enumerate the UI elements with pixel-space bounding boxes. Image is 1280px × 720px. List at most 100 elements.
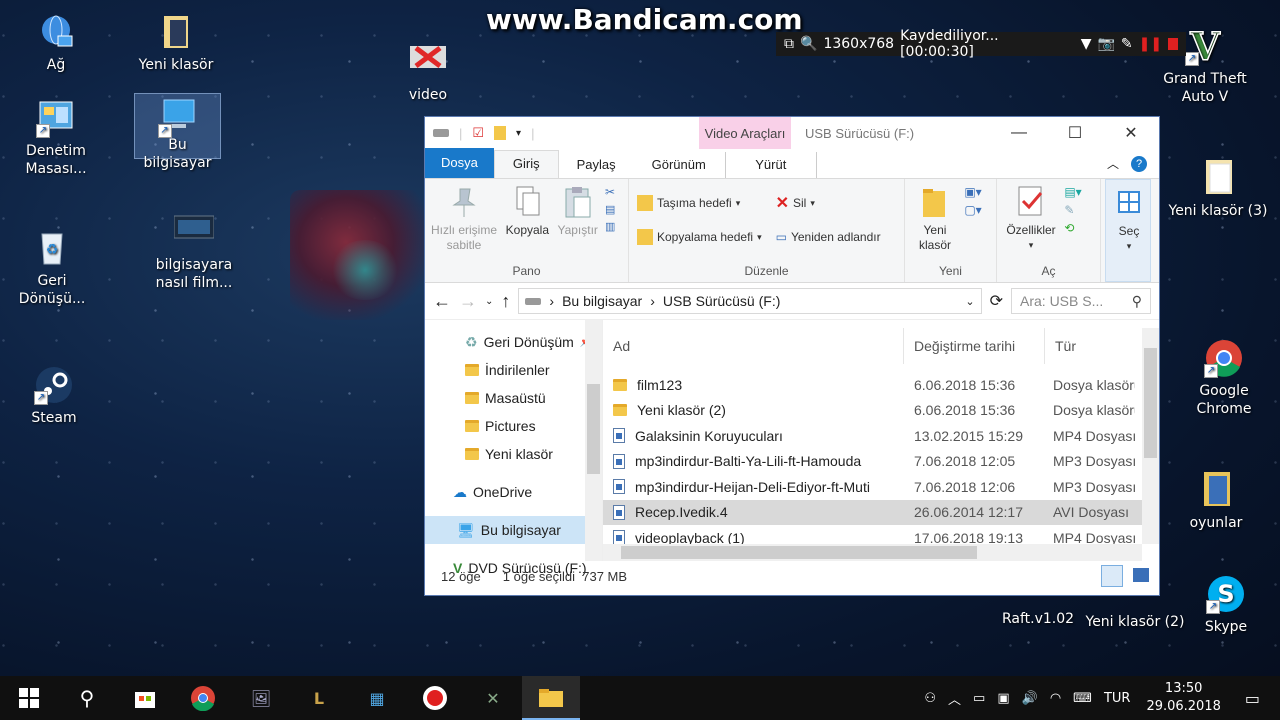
tab-giris[interactable]: Giriş xyxy=(493,150,559,178)
chevron-down-icon[interactable]: ▼ xyxy=(1081,36,1092,52)
file-row[interactable]: Galaksinin Koruyucuları 13.02.2015 15:29 M… xyxy=(603,423,1159,449)
desktop-icon-geri-donusum[interactable]: ♻ Geri Dönüşü... xyxy=(2,228,102,308)
notification-icon[interactable]: ▭ xyxy=(1245,689,1260,708)
file-list-hscrollbar[interactable] xyxy=(603,544,1142,561)
move-to-button[interactable]: Taşıma hedefi ▾ xyxy=(637,191,762,215)
properties-button[interactable]: Özellikler ▾ xyxy=(1001,185,1061,253)
customize-chevron-icon[interactable]: ▾ xyxy=(516,128,521,139)
store-icon[interactable] xyxy=(116,676,174,720)
desktop-icon-video[interactable]: video xyxy=(378,42,478,104)
cut-icon[interactable]: ✂ xyxy=(605,185,615,199)
gta-taskbar-icon[interactable]: ✕ xyxy=(464,676,522,720)
new-item-icon[interactable]: ▣▾ xyxy=(964,185,981,199)
pin-quick-access-button[interactable]: Hızlı erişime sabitle xyxy=(429,185,499,253)
breadcrumb-bu-bilgisayar[interactable]: Bu bilgisayar xyxy=(562,293,642,309)
properties-icon[interactable]: ☑ xyxy=(472,125,484,141)
address-bar[interactable]: › Bu bilgisayar › USB Sürücüsü (F:) ⌄ xyxy=(518,288,982,314)
new-folder-button[interactable]: Yeni klasör xyxy=(909,185,961,253)
nav-item-this-pc[interactable]: 🖥 Bu bilgisayar xyxy=(425,516,585,544)
column-header-date[interactable]: Değiştirme tarihi xyxy=(904,328,1045,364)
search-icon[interactable]: ⚲ xyxy=(58,676,116,720)
paste-shortcut-icon[interactable]: ▥ xyxy=(605,220,615,233)
nav-item-downloads[interactable]: İndirilenler xyxy=(425,356,602,384)
desktop-icon-bu-bilgisayar[interactable]: ↗ Bu bilgisayar xyxy=(134,93,221,171)
desktop-icon-chrome[interactable]: ↗ Google Chrome xyxy=(1174,338,1274,418)
file-list-vscrollbar[interactable] xyxy=(1142,328,1159,544)
tab-dosya[interactable]: Dosya xyxy=(425,148,494,178)
column-header-type[interactable]: Tür xyxy=(1045,328,1135,364)
clock[interactable]: 13:50 29.06.2018 xyxy=(1146,680,1220,716)
nav-item-recycle[interactable]: ♻Geri Dönüşüm📌 xyxy=(425,328,602,356)
desktop-icon-video-file[interactable]: bilgisayara nasıl film... xyxy=(144,212,244,292)
large-icons-view-icon[interactable] xyxy=(1133,568,1149,582)
chevron-up-icon[interactable]: ︿ xyxy=(948,689,961,708)
photos-icon[interactable]: 🖼 xyxy=(232,676,290,720)
easy-access-icon[interactable]: ▢▾ xyxy=(964,203,981,217)
nav-item-desktop[interactable]: Masaüstü xyxy=(425,384,602,412)
file-row[interactable]: film123 6.06.2018 15:36 Dosya klasörü xyxy=(603,372,1159,398)
up-arrow-icon[interactable]: ↑ xyxy=(501,291,510,312)
desktop-icon-raft[interactable]: Raft.v1.02 xyxy=(988,594,1088,628)
control-panel-icon[interactable]: ▦ xyxy=(348,676,406,720)
file-row-selected[interactable]: Recep.Ivedik.4 26.06.2014 12:17 AVI Dosyas… xyxy=(603,499,1159,525)
delete-button[interactable]: ✕ Sil ▾ xyxy=(776,191,881,215)
maximize-button[interactable]: ☐ xyxy=(1047,123,1103,143)
file-row[interactable]: Yeni klasör (2) 6.06.2018 15:36 Dosya klas… xyxy=(603,398,1159,424)
device-icon[interactable]: ▣ xyxy=(997,691,1009,706)
league-icon[interactable]: L xyxy=(290,676,348,720)
details-view-icon[interactable] xyxy=(1101,565,1123,587)
keyboard-icon[interactable]: ⌨ xyxy=(1073,691,1092,706)
refresh-icon[interactable]: ⟳ xyxy=(990,291,1003,311)
minimize-button[interactable]: — xyxy=(991,124,1047,142)
rename-button[interactable]: ▭ Yeniden adlandır xyxy=(776,225,881,249)
desktop-icon-denetim-masasi[interactable]: ↗ Denetim Masası... xyxy=(6,98,106,178)
help-icon[interactable]: ? xyxy=(1131,155,1147,172)
chrome-icon[interactable] xyxy=(174,676,232,720)
file-row[interactable]: mp3indirdur-Heijan-Deli-Ediyor-ft-Muti 7.… xyxy=(603,474,1159,500)
search-input[interactable]: Ara: USB S... ⚲ xyxy=(1011,288,1151,314)
nav-item-pictures[interactable]: Pictures xyxy=(425,412,602,440)
copy-to-button[interactable]: Kopyalama hedefi ▾ xyxy=(637,225,762,249)
close-button[interactable]: ✕ xyxy=(1103,123,1159,143)
desktop-icon-network[interactable]: Ağ xyxy=(6,12,106,74)
tab-gorunum[interactable]: Görünüm xyxy=(634,152,724,178)
stop-icon[interactable] xyxy=(1168,38,1178,50)
new-folder-icon[interactable] xyxy=(494,126,507,140)
select-button[interactable]: Seç ▾ xyxy=(1105,179,1151,282)
copy-path-icon[interactable]: ▤ xyxy=(605,203,615,216)
copy-button[interactable]: Kopyala xyxy=(502,185,552,238)
breadcrumb-usb[interactable]: USB Sürücüsü (F:) xyxy=(663,293,780,309)
file-row[interactable]: mp3indirdur-Balti-Ya-Lili-ft-Hamouda 7.06… xyxy=(603,449,1159,475)
battery-icon[interactable]: ▭ xyxy=(973,691,985,706)
forward-arrow-icon[interactable]: → xyxy=(459,291,477,312)
history-icon[interactable]: ⟲ xyxy=(1064,221,1081,235)
nav-scrollbar[interactable] xyxy=(585,320,602,561)
tab-paylas[interactable]: Paylaş xyxy=(559,152,634,178)
camera-icon[interactable]: 📷 xyxy=(1097,36,1114,52)
back-arrow-icon[interactable]: ← xyxy=(433,291,451,312)
open-icon[interactable]: ▤▾ xyxy=(1064,185,1081,199)
nav-item-onedrive[interactable]: ☁ OneDrive xyxy=(425,478,602,506)
pencil-icon[interactable]: ✎ xyxy=(1121,36,1133,52)
address-dropdown-icon[interactable]: ⌄ xyxy=(965,295,974,308)
edit-icon[interactable]: ✎ xyxy=(1064,203,1081,217)
window-icon[interactable]: ⧉ xyxy=(784,36,794,52)
desktop-icon-steam[interactable]: ↗ Steam xyxy=(4,365,104,427)
file-explorer-icon[interactable] xyxy=(522,676,580,720)
desktop-icon-oyunlar[interactable]: oyunlar xyxy=(1166,470,1266,532)
tab-yurut[interactable]: Yürüt xyxy=(724,152,817,178)
bandicam-icon[interactable] xyxy=(406,676,464,720)
language-indicator[interactable]: TUR xyxy=(1104,691,1131,706)
desktop-icon-skype[interactable]: S ↗ Skype xyxy=(1176,574,1276,636)
magnify-icon[interactable]: 🔍 xyxy=(800,36,817,52)
paste-button[interactable]: Yapıştır xyxy=(556,185,600,238)
volume-icon[interactable]: 🔊 xyxy=(1022,691,1038,706)
collapse-ribbon-icon[interactable]: ︿ xyxy=(1107,155,1119,172)
bandicam-toolbar[interactable]: ⧉ 🔍 1360x768 Kaydediliyor... [00:00:30] … xyxy=(776,28,1186,60)
pause-icon[interactable]: ❚❚ xyxy=(1139,36,1162,52)
start-button[interactable] xyxy=(0,676,58,720)
desktop-icon-yeni-klasor[interactable]: Yeni klasör xyxy=(126,12,226,74)
column-header-name[interactable]: Ad xyxy=(603,328,904,364)
recent-chevron-icon[interactable]: ⌄ xyxy=(485,296,493,307)
wifi-icon[interactable]: ◠ xyxy=(1050,691,1061,706)
